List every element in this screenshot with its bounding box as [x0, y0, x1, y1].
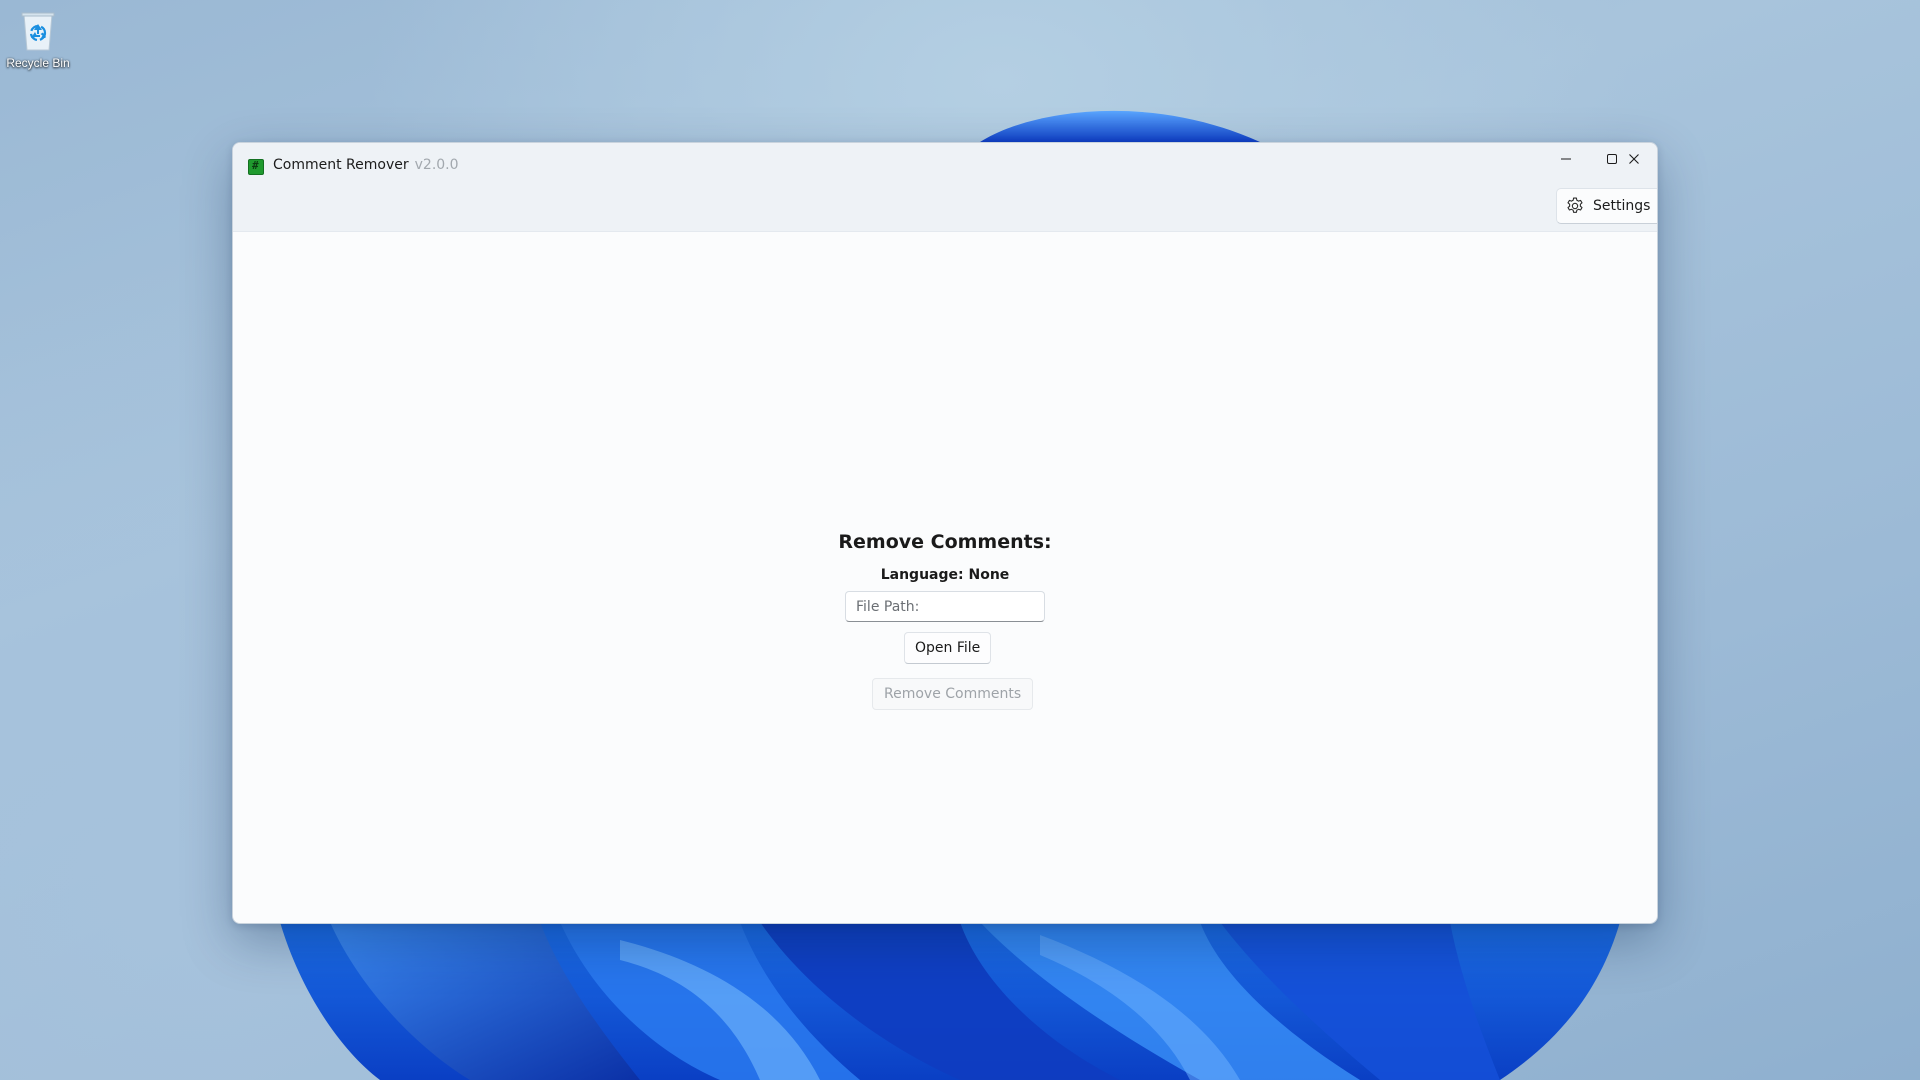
open-file-button[interactable]: Open File [904, 632, 992, 664]
recycle-bin-icon [21, 12, 55, 51]
main-content: Remove Comments: Language: None Open Fil… [233, 232, 1657, 923]
close-button[interactable] [1611, 143, 1657, 175]
app-name: Comment Remover [273, 157, 409, 173]
hash-app-icon [248, 159, 264, 175]
minimize-icon [1561, 158, 1571, 160]
title-bar[interactable]: Comment Remover v2.0.0 Settings [233, 143, 1657, 232]
language-label: Language: None [880, 567, 1010, 583]
app-version: v2.0.0 [414, 157, 459, 173]
settings-label: Settings [1593, 198, 1651, 214]
desktop-icon-label: Recycle Bin [6, 56, 70, 70]
page-title: Remove Comments: [838, 531, 1052, 553]
desktop-icon-recycle-bin[interactable]: Recycle Bin [4, 8, 72, 70]
app-window: Comment Remover v2.0.0 Settings Remove Co… [232, 142, 1658, 924]
window-title: Comment Remover v2.0.0 [273, 157, 459, 173]
minimize-button[interactable] [1543, 143, 1589, 175]
remove-comments-button[interactable]: Remove Comments [872, 678, 1034, 710]
close-icon [1629, 154, 1639, 164]
desktop: Recycle Bin Comment Remover v2.0.0 Settin… [0, 0, 1920, 1080]
file-path-input[interactable] [845, 591, 1045, 622]
gear-icon [1567, 197, 1583, 213]
settings-button[interactable]: Settings [1556, 188, 1657, 224]
